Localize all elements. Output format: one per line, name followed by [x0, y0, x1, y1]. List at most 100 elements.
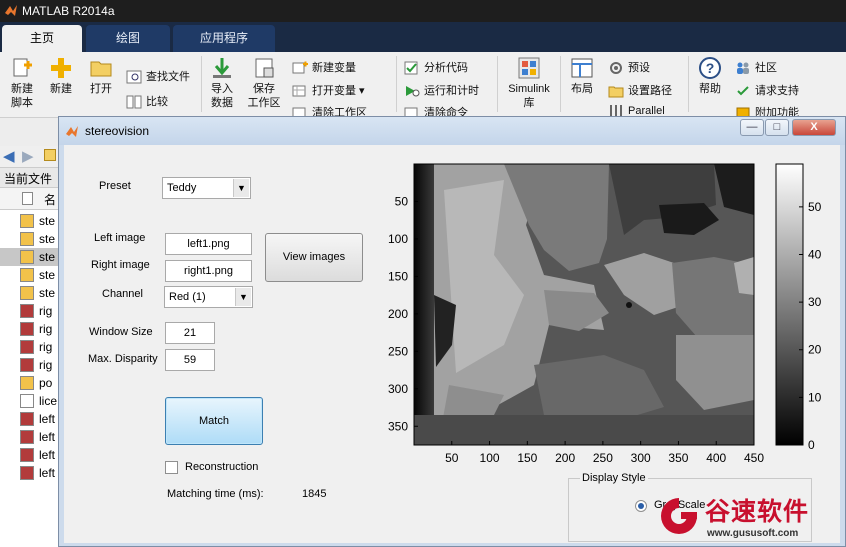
ribbon-separator — [396, 56, 397, 112]
community-button[interactable]: 社区 — [735, 59, 777, 77]
y-tick-label: 350 — [388, 419, 408, 433]
tab-apps[interactable]: 应用程序 — [173, 25, 275, 52]
ribbon-separator — [688, 56, 689, 112]
find-files-button[interactable]: 查找文件 — [126, 68, 190, 86]
file-name: ste — [39, 286, 56, 300]
minimize-button[interactable]: — — [740, 119, 764, 136]
colorbar-tick-label: 50 — [808, 200, 822, 214]
x-tick-label: 400 — [706, 451, 726, 465]
file-list-item[interactable]: ste — [0, 212, 58, 230]
run-and-time-button[interactable]: 运行和计时 — [404, 82, 479, 100]
import-data-button[interactable]: 导入 数据 — [202, 56, 242, 110]
file-list-item[interactable]: rig — [0, 302, 58, 320]
colorbar-tick-label: 40 — [808, 247, 822, 261]
x-tick-label: 150 — [517, 451, 537, 465]
new-script-icon — [13, 58, 32, 77]
y-tick-label: 200 — [388, 307, 408, 321]
file-list-item[interactable]: ste — [0, 248, 58, 266]
back-arrow-icon[interactable]: ◀ — [3, 147, 15, 165]
display-style-label: Display Style — [580, 472, 648, 484]
file-name: lice — [39, 394, 58, 408]
png-file-icon — [20, 430, 34, 444]
find-files-icon — [126, 70, 142, 84]
community-icon — [737, 62, 749, 75]
layout-icon — [571, 58, 593, 78]
y-tick-label: 250 — [388, 344, 408, 358]
file-list-item[interactable]: rig — [0, 320, 58, 338]
file-name: po — [39, 376, 53, 390]
file-list-item[interactable]: ste — [0, 284, 58, 302]
compare-button[interactable]: 比较 — [126, 93, 168, 111]
help-button[interactable]: ? 帮助 — [690, 56, 730, 96]
file-name: left — [39, 466, 56, 480]
forward-arrow-icon[interactable]: ▶ — [22, 147, 34, 165]
file-list: ste ste ste ste ste rig rig rig rig po lice left lef… — [0, 210, 58, 547]
set-path-button[interactable]: 设置路径 — [608, 82, 672, 100]
maximize-button[interactable]: □ — [765, 119, 789, 136]
layout-button[interactable]: 布局 — [562, 56, 602, 96]
m-file-icon — [20, 376, 34, 390]
grayscale-radio[interactable] — [635, 500, 647, 512]
file-list-item[interactable]: rig — [0, 356, 58, 374]
request-support-button[interactable]: 请求支持 — [735, 82, 799, 100]
y-tick-label: 300 — [388, 382, 408, 396]
png-file-icon — [20, 340, 34, 354]
import-arrow-icon — [213, 58, 231, 78]
file-list-item[interactable]: ste — [0, 230, 58, 248]
file-list-item[interactable]: left — [0, 410, 58, 428]
matlab-logo-icon — [5, 5, 17, 16]
open-variable-button[interactable]: 打开变量 ▾ — [292, 82, 365, 100]
y-tick-label: 100 — [388, 232, 408, 246]
file-list-item[interactable]: left — [0, 446, 58, 464]
png-file-icon — [20, 466, 34, 480]
m-file-icon — [20, 232, 34, 246]
analyze-code-icon — [404, 61, 418, 75]
tab-plots[interactable]: 绘图 — [86, 25, 170, 52]
colorbar-tick-label: 30 — [808, 295, 822, 309]
x-tick-label: 50 — [445, 451, 459, 465]
text-file-icon — [20, 394, 34, 408]
open-variable-icon — [292, 85, 306, 97]
file-list-item[interactable]: lice — [0, 392, 58, 410]
ribbon-separator — [497, 56, 498, 112]
open-button[interactable]: 打开 — [81, 56, 121, 96]
file-name: ste — [39, 268, 56, 282]
file-name: rig — [39, 340, 53, 354]
help-icon: ? — [699, 57, 721, 79]
simulink-icon — [518, 57, 540, 79]
new-button[interactable]: 新建 — [41, 56, 81, 96]
name-column-label[interactable]: 名 — [44, 191, 56, 208]
file-list-item[interactable]: ste — [0, 266, 58, 284]
file-name: ste — [39, 214, 56, 228]
open-folder-icon — [90, 61, 112, 77]
new-variable-button[interactable]: 新建变量 — [292, 59, 356, 77]
simulink-library-button[interactable]: Simulink 库 — [502, 56, 556, 110]
compare-icon — [126, 95, 142, 109]
request-support-icon — [737, 86, 749, 96]
folder-up-icon[interactable] — [44, 149, 56, 161]
gear-icon — [610, 62, 622, 75]
new-script-button[interactable]: 新建 脚本 — [2, 56, 42, 110]
file-list-item[interactable]: left — [0, 428, 58, 446]
figure-title-bar[interactable]: stereovision — □ X — [59, 117, 845, 145]
file-type-column-icon — [22, 192, 33, 205]
new-plus-icon — [51, 58, 71, 78]
m-file-icon — [20, 268, 34, 282]
set-path-icon — [608, 86, 624, 98]
file-list-item[interactable]: po — [0, 374, 58, 392]
png-file-icon — [20, 358, 34, 372]
png-file-icon — [20, 304, 34, 318]
preferences-button[interactable]: 预设 — [608, 59, 650, 77]
save-workspace-button[interactable]: 保存 工作区 — [244, 56, 284, 110]
tab-home[interactable]: 主页 — [2, 25, 82, 52]
file-list-item[interactable]: rig — [0, 338, 58, 356]
close-button[interactable]: X — [792, 119, 836, 136]
file-list-item[interactable]: left — [0, 464, 58, 482]
chevron-down-icon: ▾ — [356, 85, 365, 97]
x-tick-label: 100 — [480, 451, 500, 465]
save-workspace-icon — [255, 58, 274, 78]
analyze-code-button[interactable]: 分析代码 — [404, 59, 468, 77]
colorbar-tick-label: 10 — [808, 390, 822, 404]
watermark-url: www.gususoft.com — [707, 528, 799, 539]
png-file-icon — [20, 322, 34, 336]
